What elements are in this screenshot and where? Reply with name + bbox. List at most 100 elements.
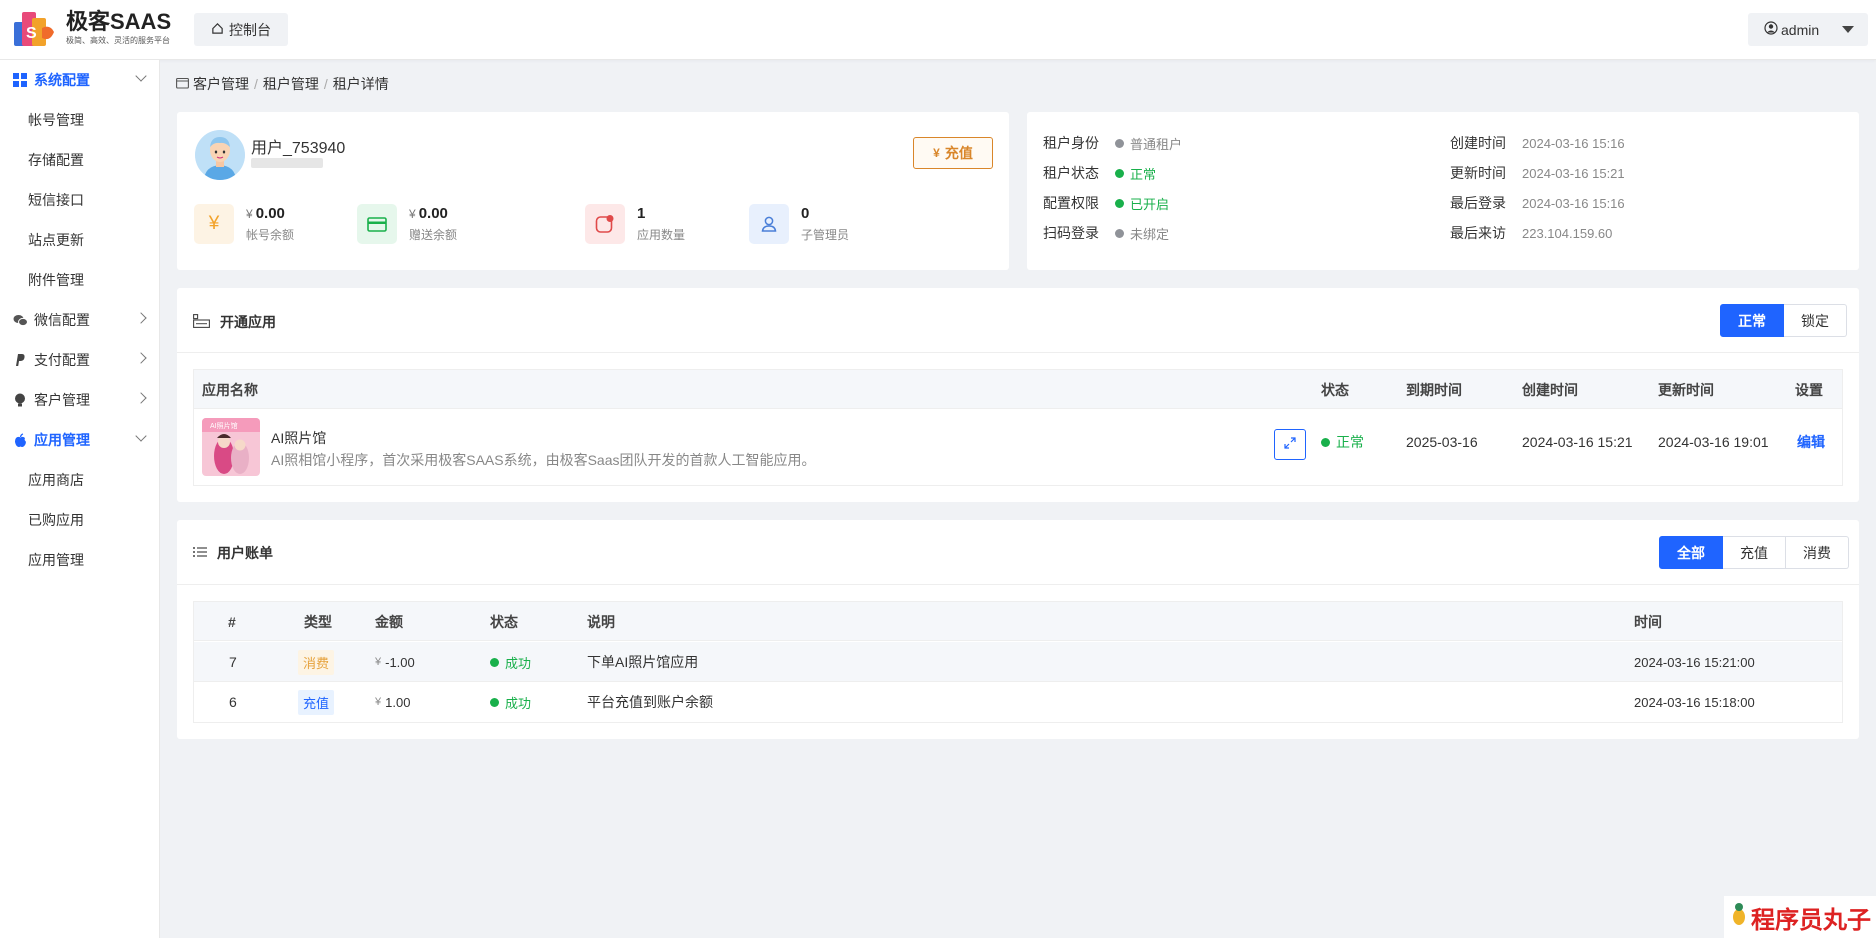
app-list-icon [193,313,210,331]
bill-type-filter: 全部 充值 消费 [1659,536,1849,569]
tenant-info-card: 租户身份 普通租户 租户状态 正常 配置权限 已开启 扫码登录 未绑定 创建时间… [1027,112,1859,270]
bills-card: 用户账单 全部 充值 消费 # 类型 金额 状态 说明 时间 7 消费 ¥ -1.… [177,520,1859,739]
user-menu[interactable]: admin [1748,13,1868,46]
app-thumbnail[interactable]: AI照片馆 [202,418,260,476]
home-icon [211,22,224,38]
card-icon [357,204,397,244]
info-qr-login: 扫码登录 未绑定 [1043,225,1170,242]
info-tenant-status: 租户状态 正常 [1043,165,1157,182]
paypal-icon [12,352,28,368]
brand-logo[interactable]: S 极客SAAS 极简、高效、灵活的服务平台 [12,8,171,48]
sidebar-item-app-management[interactable]: 应用管理 [0,540,159,580]
apps-card: 开通应用 正常 锁定 应用名称 状态 到期时间 创建时间 更新时间 设置 AI照… [177,288,1859,502]
app-expire: 2025-03-16 [1406,434,1478,450]
user-name: admin [1781,21,1820,38]
sidebar-item-update[interactable]: 站点更新 [0,220,159,260]
console-label: 控制台 [229,21,271,38]
status-dot [1115,198,1124,208]
stat-sub-admins: 0 子管理员 [749,204,849,244]
sidebar-item-attachments[interactable]: 附件管理 [0,260,159,300]
folder-icon [176,76,189,92]
apps-title: 开通应用 [193,312,276,332]
info-last-login: 最后登录 2024-03-16 15:16 [1450,195,1625,211]
chevron-down-icon [135,70,147,82]
brand-title: 极客SAAS [66,8,172,34]
sidebar-item-app-store[interactable]: 应用商店 [0,460,159,500]
filter-consume-button[interactable]: 消费 [1786,536,1849,569]
bills-title: 用户账单 [193,543,273,563]
logo-icon: S [12,8,60,48]
status-dot [1321,437,1330,447]
svg-text:AI照片馆: AI照片馆 [210,421,238,430]
console-button[interactable]: 控制台 [194,13,288,46]
table-row: 6 充值 ¥1.00 成功 平台充值到账户余额 2024-03-16 15:18… [194,682,1842,722]
breadcrumb: 客户管理 / 租户管理 / 租户详情 [176,74,389,94]
status-dot [1115,228,1124,238]
list-icon [193,545,207,561]
status-dot [1115,138,1124,148]
apple-icon [12,432,28,448]
chevron-right-icon [135,352,147,364]
filter-normal-button[interactable]: 正常 [1720,304,1784,337]
sidebar-group-customers[interactable]: 客户管理 [0,380,159,420]
type-tag: 充值 [298,689,335,715]
filter-recharge-button[interactable]: 充值 [1723,536,1786,569]
app-name[interactable]: AI照片馆 [271,428,326,448]
app-status: 正常 [1321,430,1364,454]
avatar [195,130,245,180]
user-circle-icon [1764,21,1778,38]
tenant-name: 用户_753940 [251,140,346,157]
expand-button[interactable] [1274,429,1306,460]
bills-table-header: # 类型 金额 状态 说明 时间 [194,602,1842,641]
status-dot [1115,168,1124,178]
chevron-right-icon [135,392,147,404]
stat-balance: ¥ ¥0.00 帐号余额 [194,204,294,244]
app-icon [585,204,625,244]
app-status-filter: 正常 锁定 [1720,304,1847,337]
sidebar-group-payment[interactable]: 支付配置 [0,340,159,380]
app-created: 2024-03-16 15:21 [1522,434,1633,450]
info-tenant-identity: 租户身份 普通租户 [1043,135,1183,152]
sidebar-item-storage[interactable]: 存储配置 [0,140,159,180]
svg-text:S: S [26,25,37,42]
sidebar-group-system[interactable]: 系统配置 [0,60,159,100]
status-dot [490,697,499,707]
user-icon [749,204,789,244]
breadcrumb-item: 租户详情 [332,76,389,92]
bulb-icon [12,392,28,408]
caret-down-icon [1842,26,1854,33]
stat-bonus: ¥0.00 赠送余额 [357,204,457,244]
bills-table: # 类型 金额 状态 说明 时间 7 消费 ¥ -1.00 成功 下单AI照片馆应… [193,601,1843,723]
profile-card: 用户_753940 ¥ 充值 ¥ ¥0.00 帐号余额 ¥0.00 赠送余额 1… [177,112,1009,270]
filter-locked-button[interactable]: 锁定 [1784,304,1847,337]
edit-link[interactable]: 编辑 [1797,430,1825,454]
info-updated-time: 更新时间 2024-03-16 15:21 [1450,165,1625,181]
bug-icon [1729,901,1749,934]
sidebar-item-purchased-apps[interactable]: 已购应用 [0,500,159,540]
grid-icon [12,72,28,88]
chevron-right-icon [135,312,147,324]
sidebar: 系统配置 帐号管理 存储配置 短信接口 站点更新 附件管理 微信配置 支付配置 … [0,60,160,938]
wechat-icon [12,312,28,328]
chevron-down-icon [135,430,147,442]
breadcrumb-item[interactable]: 客户管理 [193,74,249,94]
watermark: 程序员丸子 [1724,896,1876,938]
sidebar-item-accounts[interactable]: 帐号管理 [0,100,159,140]
info-created-time: 创建时间 2024-03-16 15:16 [1450,135,1625,151]
info-last-visit: 最后来访 223.104.159.60 [1450,225,1613,241]
yen-icon: ¥ [194,204,234,244]
breadcrumb-item[interactable]: 租户管理 [263,74,319,94]
sidebar-group-apps[interactable]: 应用管理 [0,420,159,460]
tenant-id-masked [251,158,323,168]
stat-app-count: 1 应用数量 [585,204,685,244]
expand-icon [1283,436,1297,453]
apps-table: 应用名称 状态 到期时间 创建时间 更新时间 设置 AI照片馆 AI照片馆 AI… [193,369,1843,486]
table-row: 7 消费 ¥ -1.00 成功 下单AI照片馆应用 2024-03-16 15:2… [194,642,1842,682]
recharge-button[interactable]: ¥ 充值 [913,137,993,169]
filter-all-button[interactable]: 全部 [1659,536,1723,569]
info-config-permission: 配置权限 已开启 [1043,195,1170,212]
apps-table-header: 应用名称 状态 到期时间 创建时间 更新时间 设置 [194,370,1842,409]
sidebar-group-wechat[interactable]: 微信配置 [0,300,159,340]
sidebar-item-sms[interactable]: 短信接口 [0,180,159,220]
app-updated: 2024-03-16 19:01 [1658,434,1769,450]
